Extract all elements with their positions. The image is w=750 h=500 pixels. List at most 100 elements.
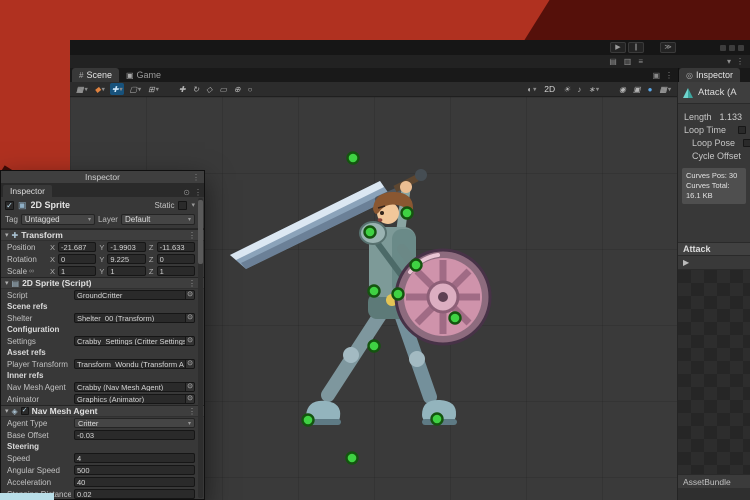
scale-tool-button[interactable]: ◇ [204,83,214,95]
window-control-icon[interactable] [720,44,726,51]
transform-component-header[interactable]: ▾ ✚ Transform ⋮ [1,229,204,241]
grid-snap-tool-button[interactable]: ⊞ ▾ [146,83,161,95]
layout-icon[interactable]: ▥ [624,57,632,66]
rotate-tool-button[interactable]: ↻ [190,83,201,95]
static-label: Static [154,200,175,210]
kebab-menu-icon[interactable]: ⋮ [736,57,744,66]
move-tool-button[interactable]: ✚ ▾ [109,83,125,95]
scene-lighting-button[interactable]: ☀ [561,83,572,95]
tab-inspector[interactable]: ◎ Inspector [679,68,741,82]
object-picker-icon[interactable]: ⊙ [185,337,194,345]
gizmos-button[interactable]: ▦ ▾ [657,83,673,95]
agent-type-dropdown[interactable]: Critter ▾ [74,418,195,428]
inspector-scrollbar[interactable] [198,198,203,498]
rect-tool-button[interactable]: ▭ [217,83,229,95]
script-field[interactable]: GroundCritter ⊙ [74,290,195,300]
scrollbar-thumb[interactable] [198,200,203,264]
animator-field[interactable]: Graphics (Animator) ⊙ [74,394,195,404]
base-offset-field[interactable]: -0.03 [74,430,195,440]
object-picker-icon[interactable]: ⊙ [185,314,194,322]
rotation-z-field[interactable]: 0 [156,254,195,264]
preview-area[interactable] [678,270,750,474]
tab-scene[interactable]: # Scene [72,68,119,82]
scene-camera-button[interactable]: ▣ [631,83,643,95]
toggle-2d-button[interactable]: 2D [541,83,558,95]
layer-dropdown[interactable]: Default ▾ [120,213,196,225]
hand-tool-button[interactable]: ✚ [177,83,188,95]
object-picker-icon[interactable]: ⊙ [185,360,194,368]
loop-time-row: Loop Time [678,123,750,136]
loop-time-checkbox[interactable] [738,125,746,134]
window-control-icon[interactable] [738,44,744,51]
step-button[interactable]: ≫ [660,42,676,53]
loop-pose-checkbox[interactable] [743,138,750,147]
stopping-distance-field[interactable]: 0.02 [74,489,195,499]
navmeshagent-component-header[interactable]: ▾ ◈ ✓ Nav Mesh Agent ⋮ [1,405,204,417]
layers-icon[interactable]: ▤ [609,57,617,66]
visibility-button[interactable]: ◉ [617,83,628,95]
dropdown-icon[interactable]: ▾ [727,57,731,66]
settings-field[interactable]: Crabby_Settings (Critter Settings) ⊙ [74,336,195,346]
tag-dropdown[interactable]: Untagged ▾ [20,213,95,225]
static-checkbox[interactable] [178,200,188,210]
window-controls[interactable] [720,44,744,51]
assetbundle-bar[interactable]: AssetBundle [678,474,750,488]
player-transform-field[interactable]: Transform_Wondu (Transform A ⊙ [74,359,195,369]
scene-audio-button[interactable]: ♪ [575,83,583,95]
foldout-icon[interactable]: ▾ [5,407,9,415]
object-picker-icon[interactable]: ⊙ [185,395,194,403]
position-x-field[interactable]: -21.687 [58,242,97,252]
transform-tool-button[interactable]: ⊕ [232,83,243,95]
inspector-tab-icon: ◎ [686,70,693,80]
view-options-tool-button[interactable]: ▦ ▾ [74,83,90,95]
rect-snap-tool-button[interactable]: ▢ ▾ [127,83,143,95]
window-control-icon[interactable] [729,44,735,51]
rotation-y-field[interactable]: 9.225 [107,254,146,264]
preview-play-button[interactable]: ▶ [683,258,689,267]
object-picker-icon[interactable]: ⊙ [185,291,194,299]
menu-icon[interactable]: ≡ [638,57,643,66]
window-menu-icon[interactable]: ⋮ [192,173,200,182]
effects-button[interactable]: ∗ ▾ [586,83,601,95]
game-tab-label: Game [136,70,162,80]
speed-field[interactable]: 4 [74,453,195,463]
lock-icon[interactable]: ⊙ [183,188,190,197]
scale-z-field[interactable]: 1 [156,266,195,276]
rotation-x-field[interactable]: 0 [58,254,97,264]
tab-game[interactable]: ▣ Game [119,68,168,82]
static-dropdown-icon[interactable]: ▾ [191,201,195,209]
active-checkbox[interactable]: ✓ [5,200,14,210]
nav-mesh-agent-field[interactable]: Crabby (Nav Mesh Agent) ⊙ [74,382,195,392]
scale-y-field[interactable]: 1 [107,266,146,276]
floating-window-titlebar[interactable]: Inspector ⋮ [1,171,204,184]
scale-link-icon[interactable]: ∞ [29,268,34,275]
pause-button[interactable]: ∥ [628,42,644,53]
scale-tool-icon: ◇ [206,84,213,94]
shading-mode-button[interactable]: ◐ ▾ [525,83,538,95]
component-tools-button[interactable]: ● [646,83,655,95]
component-menu-icon[interactable]: ⋮ [188,279,196,288]
object-picker-icon[interactable]: ⊙ [185,383,194,391]
pivot-tool-button[interactable]: ◆ ▾ [93,83,107,95]
component-menu-icon[interactable]: ⋮ [188,231,196,240]
camera-preview-icon[interactable]: ▣ [652,71,660,80]
component-menu-icon[interactable]: ⋮ [188,407,196,416]
play-button[interactable]: ▶ [610,42,626,53]
foldout-icon[interactable]: ▾ [5,279,9,287]
script-component-header[interactable]: ▾ ▤ 2D Sprite (Script) ⋮ [1,277,204,289]
tab-menu-icon[interactable]: ⋮ [665,71,673,80]
shelter-field[interactable]: Shelter_00 (Transform) ⊙ [74,313,195,323]
foldout-icon[interactable]: ▾ [5,231,9,239]
gameobject-name-field[interactable]: 2D Sprite [31,200,151,210]
angular-speed-field[interactable]: 500 [74,465,195,475]
floating-inspector-tab[interactable]: Inspector [3,185,52,197]
preview-header[interactable]: Attack [678,242,750,256]
scale-x-field[interactable]: 1 [58,266,97,276]
navmeshagent-enabled-checkbox[interactable]: ✓ [20,407,29,415]
position-z-field[interactable]: -11.633 [156,242,195,252]
clip-stats-line: Curves Total: [686,181,730,190]
position-y-field[interactable]: -1.9903 [107,242,146,252]
custom-tool-button[interactable]: ○ [246,83,255,95]
acceleration-field[interactable]: 40 [74,477,195,487]
tab-kebab-icon[interactable]: ⋮ [194,188,202,197]
